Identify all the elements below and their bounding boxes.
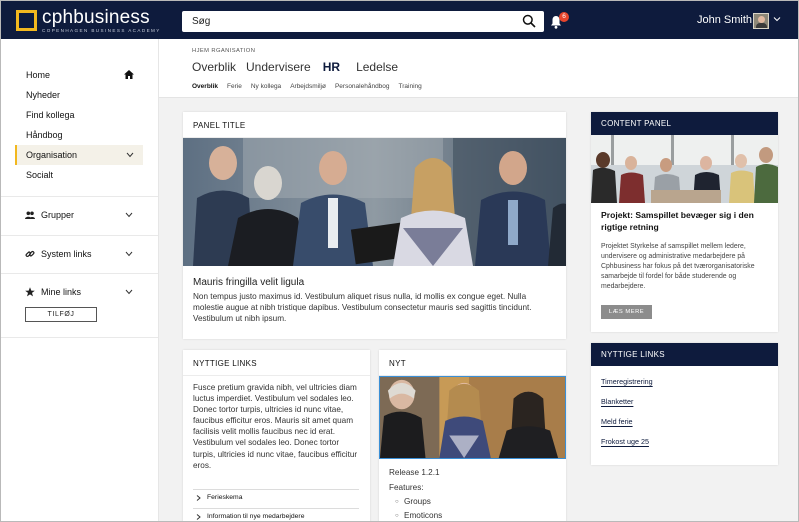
link-blanketter[interactable]: Blanketter: [601, 397, 633, 406]
read-more-button[interactable]: LÆS MERE: [601, 305, 652, 319]
top-bar: cphbusiness COPENHAGEN BUSINESS ACADEMY …: [1, 1, 798, 39]
useful-links-card: NYTTIGE LINKS Fusce pretium gravida nibh…: [183, 350, 370, 521]
home-icon: [124, 70, 134, 79]
avatar[interactable]: [753, 13, 769, 29]
search-icon[interactable]: [522, 14, 536, 28]
panel-title: PANEL TITLE: [183, 112, 566, 138]
sidebar-item-find-kollega[interactable]: Find kollega: [15, 105, 143, 125]
chevron-down-icon: [126, 152, 134, 158]
accordion-item-ferieskema[interactable]: Ferieskema: [193, 489, 359, 505]
logo-text: cphbusiness: [42, 7, 150, 28]
main-tabs: Overblik Undervisere HR Ledelse: [192, 60, 408, 74]
sidebar-group-grupper[interactable]: Grupper: [25, 207, 145, 223]
subtab-personalehaandbog[interactable]: Personalehåndbog: [335, 83, 390, 90]
subtab-ny-kollega[interactable]: Ny kollega: [251, 83, 281, 90]
app-window: cphbusiness COPENHAGEN BUSINESS ACADEMY …: [0, 0, 799, 522]
useful-links-right-card: NYTTIGE LINKS Timeregistrering Blankette…: [591, 343, 778, 465]
sidebar-item-label: Organisation: [26, 150, 78, 160]
chevron-right-icon: [196, 514, 201, 520]
divider: [1, 273, 158, 274]
sidebar-item-label: Håndbog: [26, 130, 63, 140]
panel-body: Non tempus justo maximus id. Vestibulum …: [193, 292, 532, 323]
list-item: Emoticons: [395, 511, 442, 520]
content-panel-card: CONTENT PANEL Projekt: Samspillet bevæge…: [591, 112, 778, 332]
divider: [1, 337, 158, 338]
sidebar: Home Nyheder Find kollega Håndbog Organi…: [1, 39, 159, 521]
main-content: HJEM RGANISATION Overblik Undervisere HR…: [159, 39, 798, 521]
sidebar-group-mine-links[interactable]: Mine links: [25, 284, 145, 300]
content-panel-title: CONTENT PANEL: [591, 112, 778, 135]
chevron-down-icon: [125, 289, 133, 295]
features-label: Features:: [389, 483, 424, 492]
release-label: Release 1.2.1: [389, 468, 440, 477]
useful-links-title: NYTTIGE LINKS: [183, 350, 370, 376]
sidebar-group-label: System links: [41, 249, 92, 259]
subtab-training[interactable]: Training: [399, 83, 422, 90]
sidebar-group-system-links[interactable]: System links: [25, 246, 145, 262]
team-photo: [183, 138, 566, 266]
accordion-item-information[interactable]: Information til nye medarbejdere: [193, 508, 359, 521]
divider: [1, 235, 158, 236]
accordion-item-label: Information til nye medarbejdere: [207, 513, 305, 520]
sub-tabs: Overblik Ferie Ny kollega Arbejdsmiljø P…: [192, 83, 431, 90]
people-icon: [25, 211, 35, 219]
tab-undervisere[interactable]: Undervisere: [246, 60, 311, 74]
panel-card: PANEL TITLE Mauris fringilla velit ligul…: [183, 112, 566, 339]
sidebar-item-label: Find kollega: [26, 110, 75, 120]
logo-subtitle: COPENHAGEN BUSINESS ACADEMY: [42, 28, 161, 33]
breadcrumb[interactable]: HJEM RGANISATION: [192, 48, 255, 54]
sidebar-item-socialt[interactable]: Socialt: [15, 165, 143, 185]
sidebar-item-label: Home: [26, 70, 51, 80]
tab-ledelse[interactable]: Ledelse: [356, 60, 398, 74]
news-card: NYT Release 1.2.1 Features: Groups: [379, 350, 566, 521]
brand-logo[interactable]: cphbusiness COPENHAGEN BUSINESS ACADEMY: [16, 7, 161, 33]
content-panel-body: Projektet Styrkelse af samspillet mellem…: [601, 243, 755, 290]
sidebar-item-organisation[interactable]: Organisation: [15, 145, 143, 165]
divider: [1, 196, 158, 197]
page-header: HJEM RGANISATION Overblik Undervisere HR…: [159, 39, 798, 98]
star-icon: [25, 287, 35, 297]
user-name[interactable]: John Smith: [697, 14, 752, 26]
sidebar-item-label: Socialt: [26, 170, 54, 180]
sidebar-group-label: Mine links: [41, 287, 82, 297]
chevron-down-icon: [125, 212, 133, 218]
panel-heading: Mauris fringilla velit ligula: [193, 277, 305, 288]
link-timeregistrering[interactable]: Timeregistrering: [601, 377, 653, 386]
tab-hr[interactable]: HR: [323, 60, 340, 74]
logo-square-icon: [16, 10, 37, 31]
chevron-down-icon: [125, 251, 133, 257]
chevron-down-icon[interactable]: [773, 15, 781, 23]
tab-overblik[interactable]: Overblik: [192, 60, 236, 74]
subtab-overblik[interactable]: Overblik: [192, 83, 218, 90]
sidebar-item-label: Nyheder: [26, 90, 61, 100]
news-title: NYT: [379, 350, 566, 376]
subtab-arbejdsmiljo[interactable]: Arbejdsmiljø: [290, 83, 326, 90]
list-item: Groups: [395, 497, 431, 506]
add-link-button[interactable]: TILFØJ: [25, 307, 97, 322]
link-meld-ferie[interactable]: Meld ferie: [601, 417, 633, 426]
news-photo[interactable]: [379, 376, 566, 459]
sidebar-item-haandbog[interactable]: Håndbog: [15, 125, 143, 145]
meeting-photo[interactable]: [591, 135, 778, 203]
sidebar-item-home[interactable]: Home: [15, 65, 143, 85]
accordion-item-label: Ferieskema: [207, 494, 243, 501]
link-frokost-uge-25[interactable]: Frokost uge 25: [601, 437, 649, 446]
sidebar-group-label: Grupper: [41, 210, 75, 220]
search-box: [182, 11, 544, 32]
subtab-ferie[interactable]: Ferie: [227, 83, 242, 90]
useful-links-right-title: NYTTIGE LINKS: [591, 343, 778, 366]
useful-links-body: Fusce pretium gravida nibh, vel ultricie…: [193, 383, 358, 470]
sidebar-item-nyheder[interactable]: Nyheder: [15, 85, 143, 105]
search-input[interactable]: [182, 11, 512, 32]
notification-badge: 6: [559, 12, 569, 22]
content-panel-heading[interactable]: Projekt: Samspillet bevæger sig i den ri…: [601, 209, 771, 233]
link-icon: [25, 250, 35, 258]
chevron-right-icon: [196, 495, 201, 501]
